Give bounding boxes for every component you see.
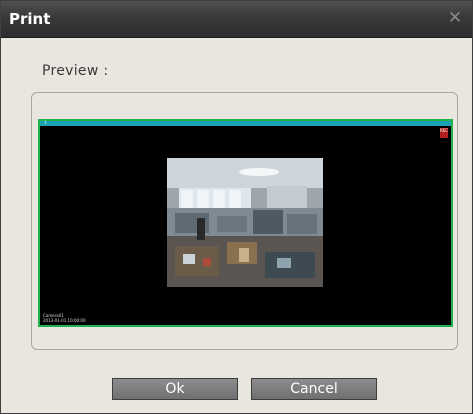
camera-info: Camera01 2013-01-01 10:00:00 <box>43 313 85 323</box>
preview-label: Preview : <box>42 63 109 79</box>
ok-button[interactable]: Ok <box>112 378 238 400</box>
close-icon[interactable]: ✕ <box>446 9 464 27</box>
camera-channel: 1 <box>44 120 47 125</box>
preview-frame: 1 REC Camera01 2013-01-01 10:00:00 <box>31 92 458 350</box>
preview-screen: 1 REC Camera01 2013-01-01 10:00:00 <box>38 119 453 327</box>
title-bar[interactable]: Print ✕ <box>1 1 472 38</box>
dialog-title: Print <box>9 10 51 28</box>
camera-snapshot <box>167 158 323 287</box>
camera-status-bar: 1 <box>40 120 451 126</box>
cancel-button[interactable]: Cancel <box>251 378 377 400</box>
rec-indicator: REC <box>440 128 448 138</box>
print-dialog: Print ✕ Preview : 1 REC Camera01 2013-01… <box>0 0 473 414</box>
camera-timestamp: 2013-01-01 10:00:00 <box>43 318 86 323</box>
